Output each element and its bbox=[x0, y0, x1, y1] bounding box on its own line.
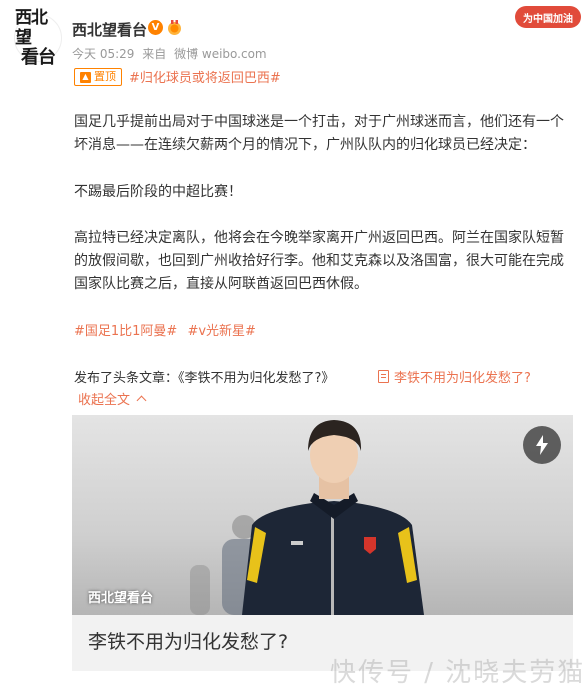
weibo-post-page: 西北望 看台 西北望看台 V 今天 05:29 来自 微博 weibo.com … bbox=[0, 0, 587, 693]
chevron-up-icon bbox=[136, 395, 147, 406]
collapse-label: 收起全文 bbox=[78, 393, 131, 408]
promo-badge[interactable]: 为中国加油 bbox=[515, 6, 581, 28]
avatar-text-line2: 看台 bbox=[21, 47, 56, 68]
post-meta: 今天 05:29 来自 微博 weibo.com bbox=[72, 45, 271, 62]
post-paragraph-2: 不踢最后阶段的中超比赛！ bbox=[74, 184, 242, 200]
hashtag-link[interactable]: #国足1比1阿曼# bbox=[74, 324, 177, 339]
pin-icon: ▲ bbox=[80, 71, 91, 83]
post-time[interactable]: 今天 05:29 bbox=[72, 47, 134, 61]
article-card[interactable]: 西北望看台 李铁不用为归化发愁了? bbox=[72, 415, 573, 671]
document-icon bbox=[378, 370, 389, 383]
card-title[interactable]: 李铁不用为归化发愁了? bbox=[88, 627, 288, 654]
article-announcement: 发布了头条文章：《李铁不用为归化发愁了?》 bbox=[74, 371, 335, 386]
avatar[interactable]: 西北望 看台 bbox=[14, 8, 62, 68]
hashtag-row: #国足1比1阿曼# #v光新星# bbox=[74, 320, 262, 339]
avatar-text-line1: 西北望 bbox=[15, 8, 48, 48]
post-paragraph-1: 国足几乎提前出局对于中国球迷是一个打击，对于广州球迷而言，他们还有一个坏消息——… bbox=[74, 114, 564, 153]
hashtag-link[interactable]: #v光新星# bbox=[187, 324, 255, 339]
source-prefix: 来自 bbox=[142, 47, 167, 61]
pinned-label: 置顶 bbox=[94, 70, 116, 83]
article-link-label: 李铁不用为归化发愁了? bbox=[394, 371, 531, 386]
article-cover-image: 西北望看台 bbox=[72, 415, 573, 615]
watermark: 快传号 / 沈晓夫劳猫 bbox=[330, 658, 586, 688]
collapse-button[interactable]: 收起全文 bbox=[78, 389, 147, 408]
verified-badge-icon: V bbox=[148, 20, 163, 35]
card-source: 西北望看台 bbox=[88, 591, 154, 606]
hashtag-topic[interactable]: #归化球员或将返回巴西# bbox=[129, 67, 281, 86]
username[interactable]: 西北望看台 bbox=[72, 19, 147, 40]
post-source[interactable]: 微博 weibo.com bbox=[174, 47, 267, 61]
article-link[interactable]: 李铁不用为归化发愁了? bbox=[378, 367, 531, 386]
flash-icon[interactable] bbox=[523, 426, 561, 464]
pinned-badge: ▲ 置顶 bbox=[74, 68, 122, 86]
medal-icon bbox=[168, 20, 181, 35]
post-paragraph-3: 高拉特已经决定离队，他将会在今晚举家离开广州返回巴西。阿兰在国家队短暂的放假间歇… bbox=[74, 230, 564, 292]
coach-photo bbox=[72, 415, 573, 615]
